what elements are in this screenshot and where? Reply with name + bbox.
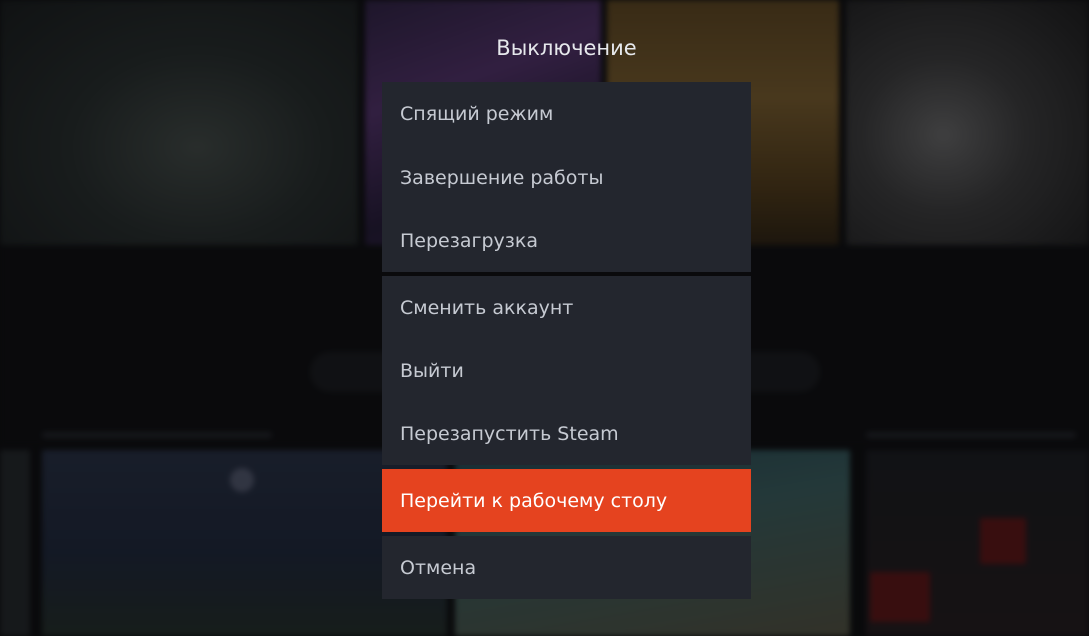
dialog-title: Выключение [496,36,637,60]
desktop-group: Перейти к рабочему столу [382,469,751,532]
switch-to-desktop-option[interactable]: Перейти к рабочему столу [382,469,751,532]
switch-account-option[interactable]: Сменить аккаунт [382,276,751,339]
power-group: Спящий режим Завершение работы Перезагру… [382,82,751,272]
cancel-group: Отмена [382,536,751,599]
sign-out-option[interactable]: Выйти [382,339,751,402]
power-menu: Спящий режим Завершение работы Перезагру… [382,82,751,599]
restart-option[interactable]: Перезагрузка [382,209,751,272]
account-group: Сменить аккаунт Выйти Перезапустить Stea… [382,276,751,465]
restart-steam-option[interactable]: Перезапустить Steam [382,402,751,465]
sleep-option[interactable]: Спящий режим [382,82,751,146]
shutdown-option[interactable]: Завершение работы [382,146,751,209]
cancel-option[interactable]: Отмена [382,536,751,599]
